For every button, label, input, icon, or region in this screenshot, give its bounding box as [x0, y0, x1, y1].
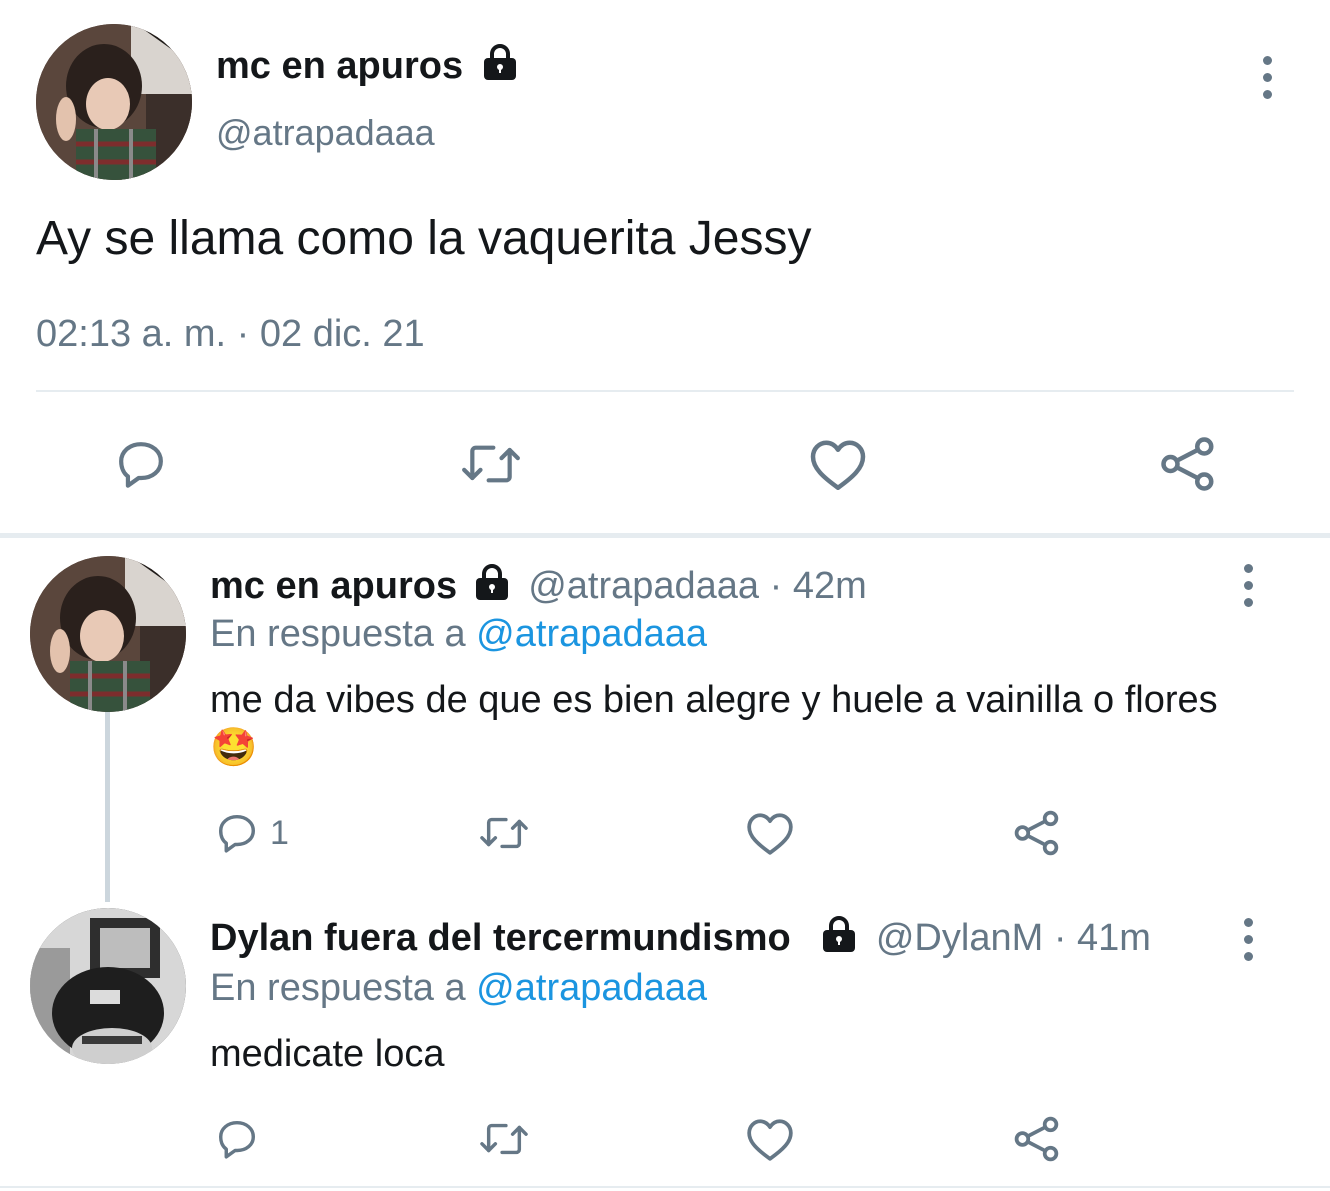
lock-icon [483, 44, 516, 80]
more-icon[interactable] [1242, 918, 1254, 961]
timestamp[interactable]: 02:13 a. m. · 02 dic. 21 [36, 310, 425, 358]
share-button[interactable] [1158, 434, 1218, 494]
lock-icon [823, 916, 856, 952]
like-icon [747, 813, 793, 855]
more-icon[interactable] [1242, 564, 1254, 607]
reply-button[interactable] [214, 1116, 260, 1162]
display-name[interactable]: Dylan fuera del tercermundismo [210, 917, 791, 959]
avatar-image [36, 24, 192, 180]
share-button[interactable] [1012, 1114, 1062, 1164]
handle[interactable]: @atrapadaaa [216, 110, 435, 156]
author-name-row: mc en apuros [216, 42, 520, 90]
retweet-button[interactable] [476, 810, 532, 856]
avatar-image [30, 556, 186, 712]
reply-header: Dylan fuera del tercermundismo @DylanM ·… [210, 914, 1151, 962]
handle[interactable]: @DylanM [876, 917, 1043, 959]
reply-icon [218, 814, 256, 853]
like-button[interactable] [808, 436, 868, 492]
reply-icon [218, 1120, 256, 1159]
reply-text-body: me da vibes de que es bien alegre y huel… [210, 679, 1218, 721]
bottom-divider [0, 1186, 1330, 1188]
reply-button[interactable] [113, 436, 169, 492]
avatar[interactable] [30, 908, 186, 1064]
star-struck-emoji: 🤩 [210, 727, 258, 769]
in-reply-to: En respuesta a @atrapadaaa [210, 610, 707, 658]
retweet-icon [462, 445, 520, 483]
thread-line [105, 712, 110, 902]
in-reply-prefix: En respuesta a [210, 967, 466, 1009]
share-button[interactable] [1012, 808, 1062, 858]
share-icon [1014, 1116, 1059, 1162]
more-icon[interactable] [1261, 56, 1273, 99]
display-name[interactable]: mc en apuros [216, 45, 463, 87]
reply-time[interactable]: · 41m [1054, 917, 1151, 959]
share-icon [1014, 810, 1059, 856]
avatar[interactable] [36, 24, 192, 180]
divider [36, 390, 1294, 392]
in-reply-prefix: En respuesta a [210, 613, 466, 655]
like-icon [810, 440, 866, 490]
retweet-icon [480, 1123, 528, 1155]
reply-count: 1 [270, 813, 289, 852]
retweet-button[interactable] [458, 436, 524, 492]
reply-text: me da vibes de que es bien alegre y huel… [210, 676, 1250, 772]
in-reply-to: En respuesta a @atrapadaaa [210, 964, 707, 1012]
reply-text: medicate loca [210, 1033, 445, 1075]
avatar-image [30, 908, 186, 1064]
reply-button[interactable]: 1 [214, 810, 289, 856]
in-reply-handle[interactable]: @atrapadaaa [476, 967, 707, 1009]
in-reply-handle[interactable]: @atrapadaaa [476, 613, 707, 655]
display-name[interactable]: mc en apuros [210, 565, 457, 607]
like-button[interactable] [745, 1116, 795, 1162]
share-icon [1161, 437, 1214, 491]
reply-header: mc en apuros @atrapadaaa · 42m [210, 562, 867, 610]
reply-icon [119, 442, 163, 488]
avatar[interactable] [30, 556, 186, 712]
like-icon [747, 1119, 793, 1161]
retweet-button[interactable] [476, 1116, 532, 1162]
reply-time[interactable]: · 42m [770, 565, 867, 607]
tweet-text: Ay se llama como la vaquerita Jessy [36, 212, 812, 265]
retweet-icon [480, 817, 528, 849]
like-button[interactable] [745, 810, 795, 856]
lock-icon [475, 564, 508, 600]
section-divider [0, 533, 1330, 538]
handle[interactable]: @atrapadaaa [528, 565, 759, 607]
